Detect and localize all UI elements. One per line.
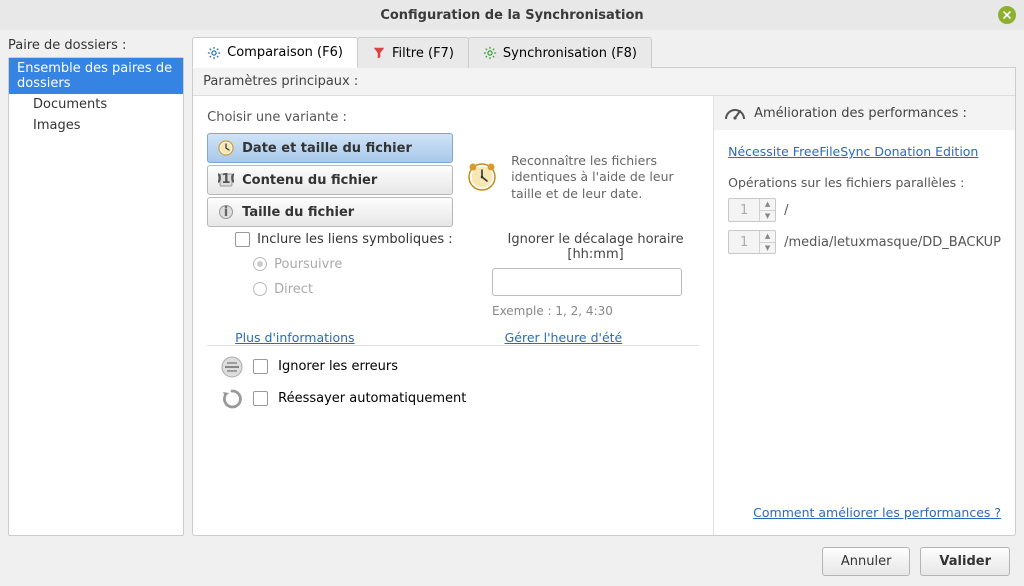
dst-link[interactable]: Gérer l'heure d'été xyxy=(505,330,623,345)
variant-time-size-button[interactable]: Date et taille du fichier xyxy=(207,133,453,163)
variant-time-size-label: Date et taille du fichier xyxy=(242,141,412,156)
tz-input[interactable] xyxy=(492,268,682,296)
sidebar-item-all-pairs[interactable]: Ensemble des paires de dossiers xyxy=(9,58,183,94)
titlebar: Configuration de la Synchronisation xyxy=(0,0,1024,30)
parallel-spinner-1[interactable]: 1 ▲▼ xyxy=(728,230,776,254)
tz-example: Exemple : 1, 2, 4:30 xyxy=(492,304,699,318)
retry-checkbox[interactable] xyxy=(253,391,268,406)
symlinks-checkbox-row: Inclure les liens symboliques : xyxy=(235,232,462,247)
donation-required-link[interactable]: Nécessite FreeFileSync Donation Edition xyxy=(728,144,1001,159)
spinner-up[interactable]: ▲ xyxy=(760,199,775,211)
symlink-direct-label: Direct xyxy=(274,282,313,297)
symlink-direct-radio[interactable] xyxy=(253,282,267,296)
gear-icon xyxy=(207,46,221,60)
left-column: Choisir une variante : Date et taille du… xyxy=(193,96,713,535)
tab-filter-label: Filtre (F7) xyxy=(392,46,454,61)
right-column: Amélioration des performances : Nécessit… xyxy=(713,96,1015,535)
speedometer-icon xyxy=(724,104,746,122)
perf-howto-link[interactable]: Comment améliorer les performances ? xyxy=(753,505,1001,520)
spinner-down[interactable]: ▼ xyxy=(760,211,775,222)
tabs: Comparaison (F6) Filtre (F7) Synchronisa… xyxy=(192,36,1016,68)
close-button[interactable] xyxy=(998,6,1016,24)
sidebar: Paire de dossiers : Ensemble des paires … xyxy=(8,36,184,536)
more-info-link[interactable]: Plus d'informations xyxy=(235,330,354,345)
sidebar-label: Paire de dossiers : xyxy=(8,36,184,57)
variant-size-button[interactable]: i Taille du fichier xyxy=(207,197,453,227)
symlink-follow-radio[interactable] xyxy=(253,257,267,271)
perf-header-label: Amélioration des performances : xyxy=(754,106,967,121)
spinner-down[interactable]: ▼ xyxy=(760,243,775,254)
cancel-button[interactable]: Annuler xyxy=(822,547,911,576)
ignore-errors-checkbox[interactable] xyxy=(253,359,268,374)
symlinks-checkbox[interactable] xyxy=(235,232,250,247)
tab-filter[interactable]: Filtre (F7) xyxy=(357,37,469,68)
variant-size-label: Taille du fichier xyxy=(242,205,354,220)
main-params-header: Paramètres principaux : xyxy=(193,68,1015,96)
clock-icon xyxy=(218,140,234,156)
parallel-spinner-0[interactable]: 1 ▲▼ xyxy=(728,198,776,222)
tab-comparison-content: Paramètres principaux : Choisir une vari… xyxy=(192,68,1016,536)
variant-description: Reconnaître les fichiers identiques à l'… xyxy=(511,153,699,202)
funnel-icon xyxy=(372,46,386,60)
ops-row-0: 1 ▲▼ / xyxy=(728,198,1001,222)
sidebar-item-images[interactable]: Images xyxy=(9,115,183,136)
choose-variant-label: Choisir une variante : xyxy=(207,110,699,125)
parallel-ops-label: Opérations sur les fichiers parallèles : xyxy=(728,175,1001,190)
window-title: Configuration de la Synchronisation xyxy=(380,8,643,23)
variant-content-label: Contenu du fichier xyxy=(242,173,377,188)
symlinks-label: Inclure les liens symboliques : xyxy=(257,232,452,247)
perf-header: Amélioration des performances : xyxy=(714,96,1015,130)
ok-button[interactable]: Valider xyxy=(920,547,1010,576)
sync-config-window: Configuration de la Synchronisation Pair… xyxy=(0,0,1024,586)
warning-suppress-icon xyxy=(221,356,243,378)
sync-gear-icon xyxy=(483,46,497,60)
tab-comparison[interactable]: Comparaison (F6) xyxy=(192,37,358,68)
symlink-follow-label: Poursuivre xyxy=(274,257,342,272)
tab-sync-label: Synchronisation (F8) xyxy=(503,46,637,61)
tab-comparison-label: Comparaison (F6) xyxy=(227,45,343,60)
svg-text:i: i xyxy=(224,205,228,220)
tz-label: Ignorer le décalage horaire [hh:mm] xyxy=(492,232,699,262)
svg-text:010: 010 xyxy=(218,172,234,187)
tab-sync[interactable]: Synchronisation (F8) xyxy=(468,37,652,68)
binary-icon: 010 xyxy=(218,172,234,188)
folder-pair-list: Ensemble des paires de dossiers Document… xyxy=(8,57,184,536)
ignore-errors-label: Ignorer les erreurs xyxy=(278,359,398,374)
ops-path-0: / xyxy=(784,203,788,218)
spinner-value: 1 xyxy=(729,199,759,221)
spinner-value: 1 xyxy=(729,231,759,253)
spinner-up[interactable]: ▲ xyxy=(760,231,775,243)
variant-content-button[interactable]: 010 Contenu du fichier xyxy=(207,165,453,195)
info-icon: i xyxy=(218,204,234,220)
dialog-footer: Annuler Valider xyxy=(0,536,1024,586)
ops-row-1: 1 ▲▼ /media/letuxmasque/DD_BACKUP xyxy=(728,230,1001,254)
ops-path-1: /media/letuxmasque/DD_BACKUP xyxy=(784,235,1001,250)
clock-illustration-icon xyxy=(467,162,497,192)
close-icon xyxy=(1002,10,1012,20)
retry-label: Réessayer automatiquement xyxy=(278,391,466,406)
main-panel: Comparaison (F6) Filtre (F7) Synchronisa… xyxy=(192,36,1016,536)
retry-icon xyxy=(221,388,243,410)
sidebar-item-documents[interactable]: Documents xyxy=(9,94,183,115)
